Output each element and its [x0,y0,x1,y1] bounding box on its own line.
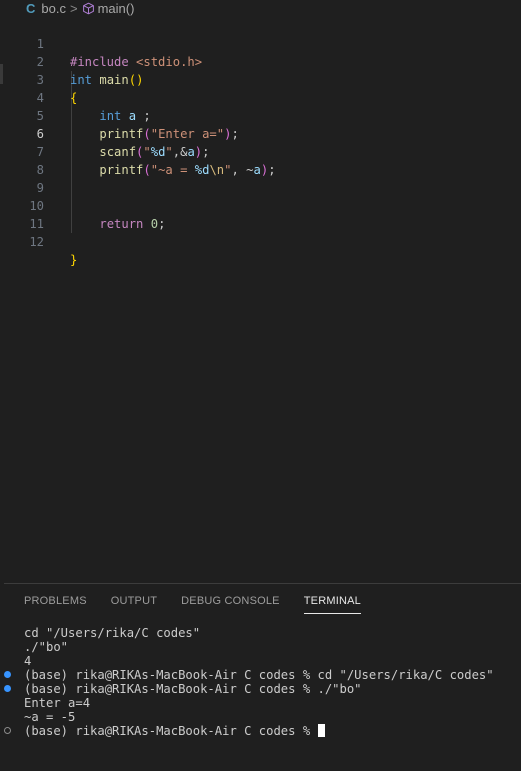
code-line-4[interactable]: 4 int a ; [0,71,521,123]
panel-divider [4,583,521,584]
tab-problems[interactable]: PROBLEMS [24,595,87,614]
code-line-12[interactable]: 12 } [0,215,521,267]
terminal-line: ./"bo" [24,640,69,654]
terminal-prompt-line[interactable]: (base) rika@RIKAs-MacBook-Air C codes % [4,724,514,738]
cube-icon [82,2,95,15]
tab-output[interactable]: OUTPUT [111,595,157,614]
terminal-line: ~a = -5 [24,710,76,724]
panel-tabs: PROBLEMS OUTPUT DEBUG CONSOLE TERMINAL [24,595,385,614]
code-line-10[interactable]: 10 return 0; [0,179,521,231]
command-decoration-icon[interactable] [4,671,11,678]
command-decoration-icon[interactable] [4,727,11,734]
code-line-11[interactable]: 11 [0,197,521,231]
terminal[interactable]: cd "/Users/rika/C codes" ./"bo" 4 (base)… [4,626,514,738]
code-line-7[interactable]: 7 printf("~a = %d\n", ~a); [0,125,521,177]
code-line-5[interactable]: 5 printf("Enter a="); [0,89,521,141]
terminal-line: 4 [24,654,32,668]
breadcrumb-file[interactable]: bo.c [41,1,66,16]
code-line-3[interactable]: 3 { [0,53,521,105]
code-line-9[interactable]: 9 [0,161,521,195]
code-line-8[interactable]: 8 [0,143,521,177]
terminal-line: (base) rika@RIKAs-MacBook-Air C codes % … [4,682,514,696]
code-line-2[interactable]: 2 int main() [0,35,521,87]
breadcrumb-separator: > [69,0,78,16]
terminal-line: (base) rika@RIKAs-MacBook-Air C codes % … [4,668,514,682]
code-line-1[interactable]: 1 #include <stdio.h> [0,17,521,69]
breadcrumb: C bo.c > main() [0,0,521,16]
code-line-6[interactable]: 6 scanf("%d",&a); [0,107,521,159]
terminal-line: Enter a=4 [24,696,91,710]
line-number: 12 [29,235,44,249]
breadcrumb-symbol[interactable]: main() [98,1,135,16]
tab-terminal[interactable]: TERMINAL [303,595,361,614]
command-decoration-icon[interactable] [4,685,11,692]
tab-debug-console[interactable]: DEBUG CONSOLE [181,595,280,614]
terminal-line: cd "/Users/rika/C codes" [24,626,201,640]
code-text: } [70,253,78,267]
c-language-icon: C [26,0,36,16]
code-editor[interactable]: 1 #include <stdio.h> 2 int main() 3 { 4 … [0,17,521,577]
terminal-cursor [317,724,325,737]
